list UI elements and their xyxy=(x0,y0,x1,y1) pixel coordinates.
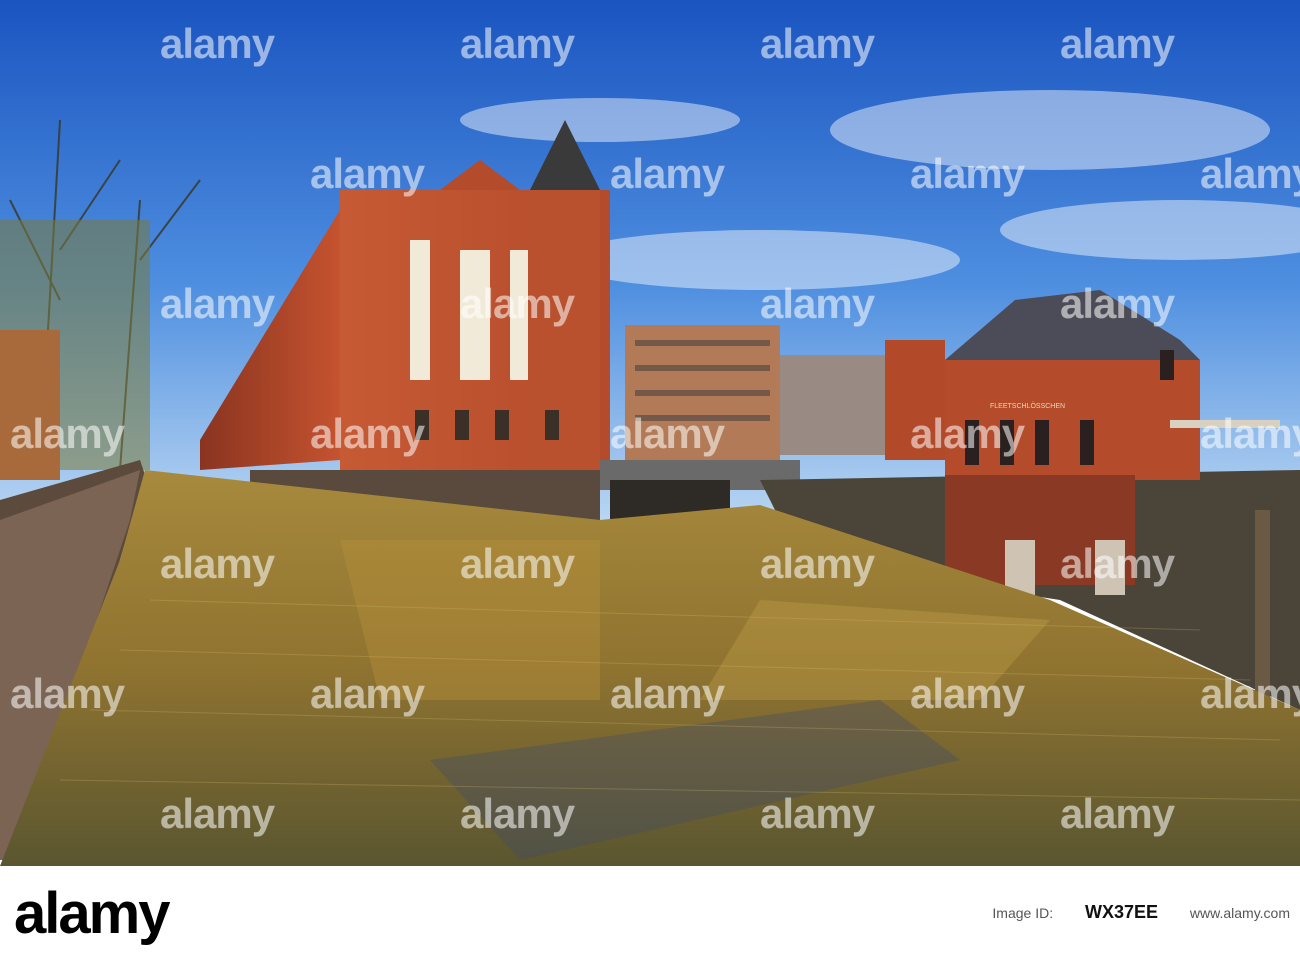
image-info: Image ID: WX37EE www.alamy.com xyxy=(964,902,1290,923)
image-id: WX37EE xyxy=(1084,902,1159,922)
canal-warehouse-photo xyxy=(0,0,1300,866)
image-id-label: Image ID: xyxy=(992,905,1054,921)
site-url[interactable]: www.alamy.com xyxy=(1190,905,1290,921)
building-sign: FLEETSCHLÖSSCHEN xyxy=(990,403,1066,410)
alamy-logo[interactable]: alamy xyxy=(14,880,170,947)
